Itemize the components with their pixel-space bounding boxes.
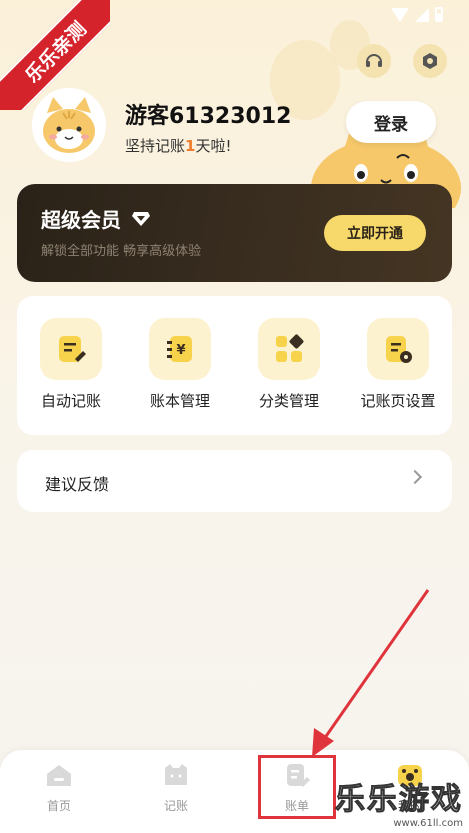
streak-suffix: 天啦! — [195, 137, 232, 155]
feature-grid: 自动记账 ¥ 账本管理 分类管理 记账页设置 — [17, 296, 452, 435]
vip-title: 超级会员 — [41, 208, 121, 232]
annotation-highlight-box — [258, 755, 336, 819]
tab-home[interactable]: 首页 — [24, 762, 94, 814]
battery-icon — [435, 7, 443, 22]
corner-watermark: 乐乐亲测 — [0, 0, 110, 110]
signal-icon — [415, 7, 429, 22]
tab-label: 首页 — [46, 799, 71, 813]
wifi-icon — [391, 7, 409, 22]
tab-record[interactable]: 记账 — [141, 762, 211, 814]
settings-button[interactable] — [413, 44, 447, 78]
ledger-icon: ¥ — [167, 336, 192, 362]
feature-label: 分类管理 — [258, 392, 319, 410]
feature-ledger[interactable]: ¥ 账本管理 — [130, 318, 230, 411]
login-button[interactable]: 登录 — [346, 101, 436, 143]
chevron-right-icon — [407, 469, 423, 485]
feature-auto-record[interactable]: 自动记账 — [21, 318, 121, 411]
username: 游客61323012 — [125, 104, 292, 129]
corner-watermark-text: 乐乐亲测 — [0, 0, 110, 110]
tab-label: 记账 — [163, 799, 188, 813]
svg-text:¥: ¥ — [176, 343, 185, 358]
record-icon — [165, 764, 187, 785]
vip-activate-button[interactable]: 立即开通 — [324, 215, 426, 251]
vip-subtitle: 解锁全部功能 畅享高级体验 — [41, 244, 202, 259]
record-settings-icon — [386, 336, 412, 363]
feature-label: 自动记账 — [40, 392, 101, 410]
watermark-site: www.61ll.com — [393, 818, 463, 829]
customer-service-button[interactable] — [357, 44, 391, 78]
streak-prefix: 坚持记账 — [125, 137, 186, 155]
streak-days: 1 — [185, 137, 196, 155]
auto-record-icon — [59, 336, 86, 362]
feedback-label: 建议反馈 — [45, 475, 110, 494]
hexagon-settings-icon — [423, 53, 437, 69]
watermark-brand: 乐乐游戏 — [335, 782, 463, 818]
home-icon — [47, 765, 71, 786]
feature-label: 账本管理 — [149, 392, 210, 410]
streak-text: 坚持记账1天啦! — [125, 135, 231, 156]
feature-category[interactable]: 分类管理 — [239, 318, 339, 411]
brand-watermark: 乐乐游戏 www.61ll.com — [335, 774, 464, 830]
headset-icon — [366, 54, 382, 67]
vip-title-row: 超级会员 — [41, 204, 151, 233]
feature-record-settings[interactable]: 记账页设置 — [348, 318, 448, 411]
vip-card[interactable]: 超级会员 解锁全部功能 畅享高级体验 立即开通 — [17, 184, 452, 282]
category-icon — [276, 334, 304, 362]
feature-label: 记账页设置 — [360, 392, 436, 410]
feedback-row[interactable]: 建议反馈 — [17, 450, 452, 512]
diamond-icon — [132, 211, 150, 226]
